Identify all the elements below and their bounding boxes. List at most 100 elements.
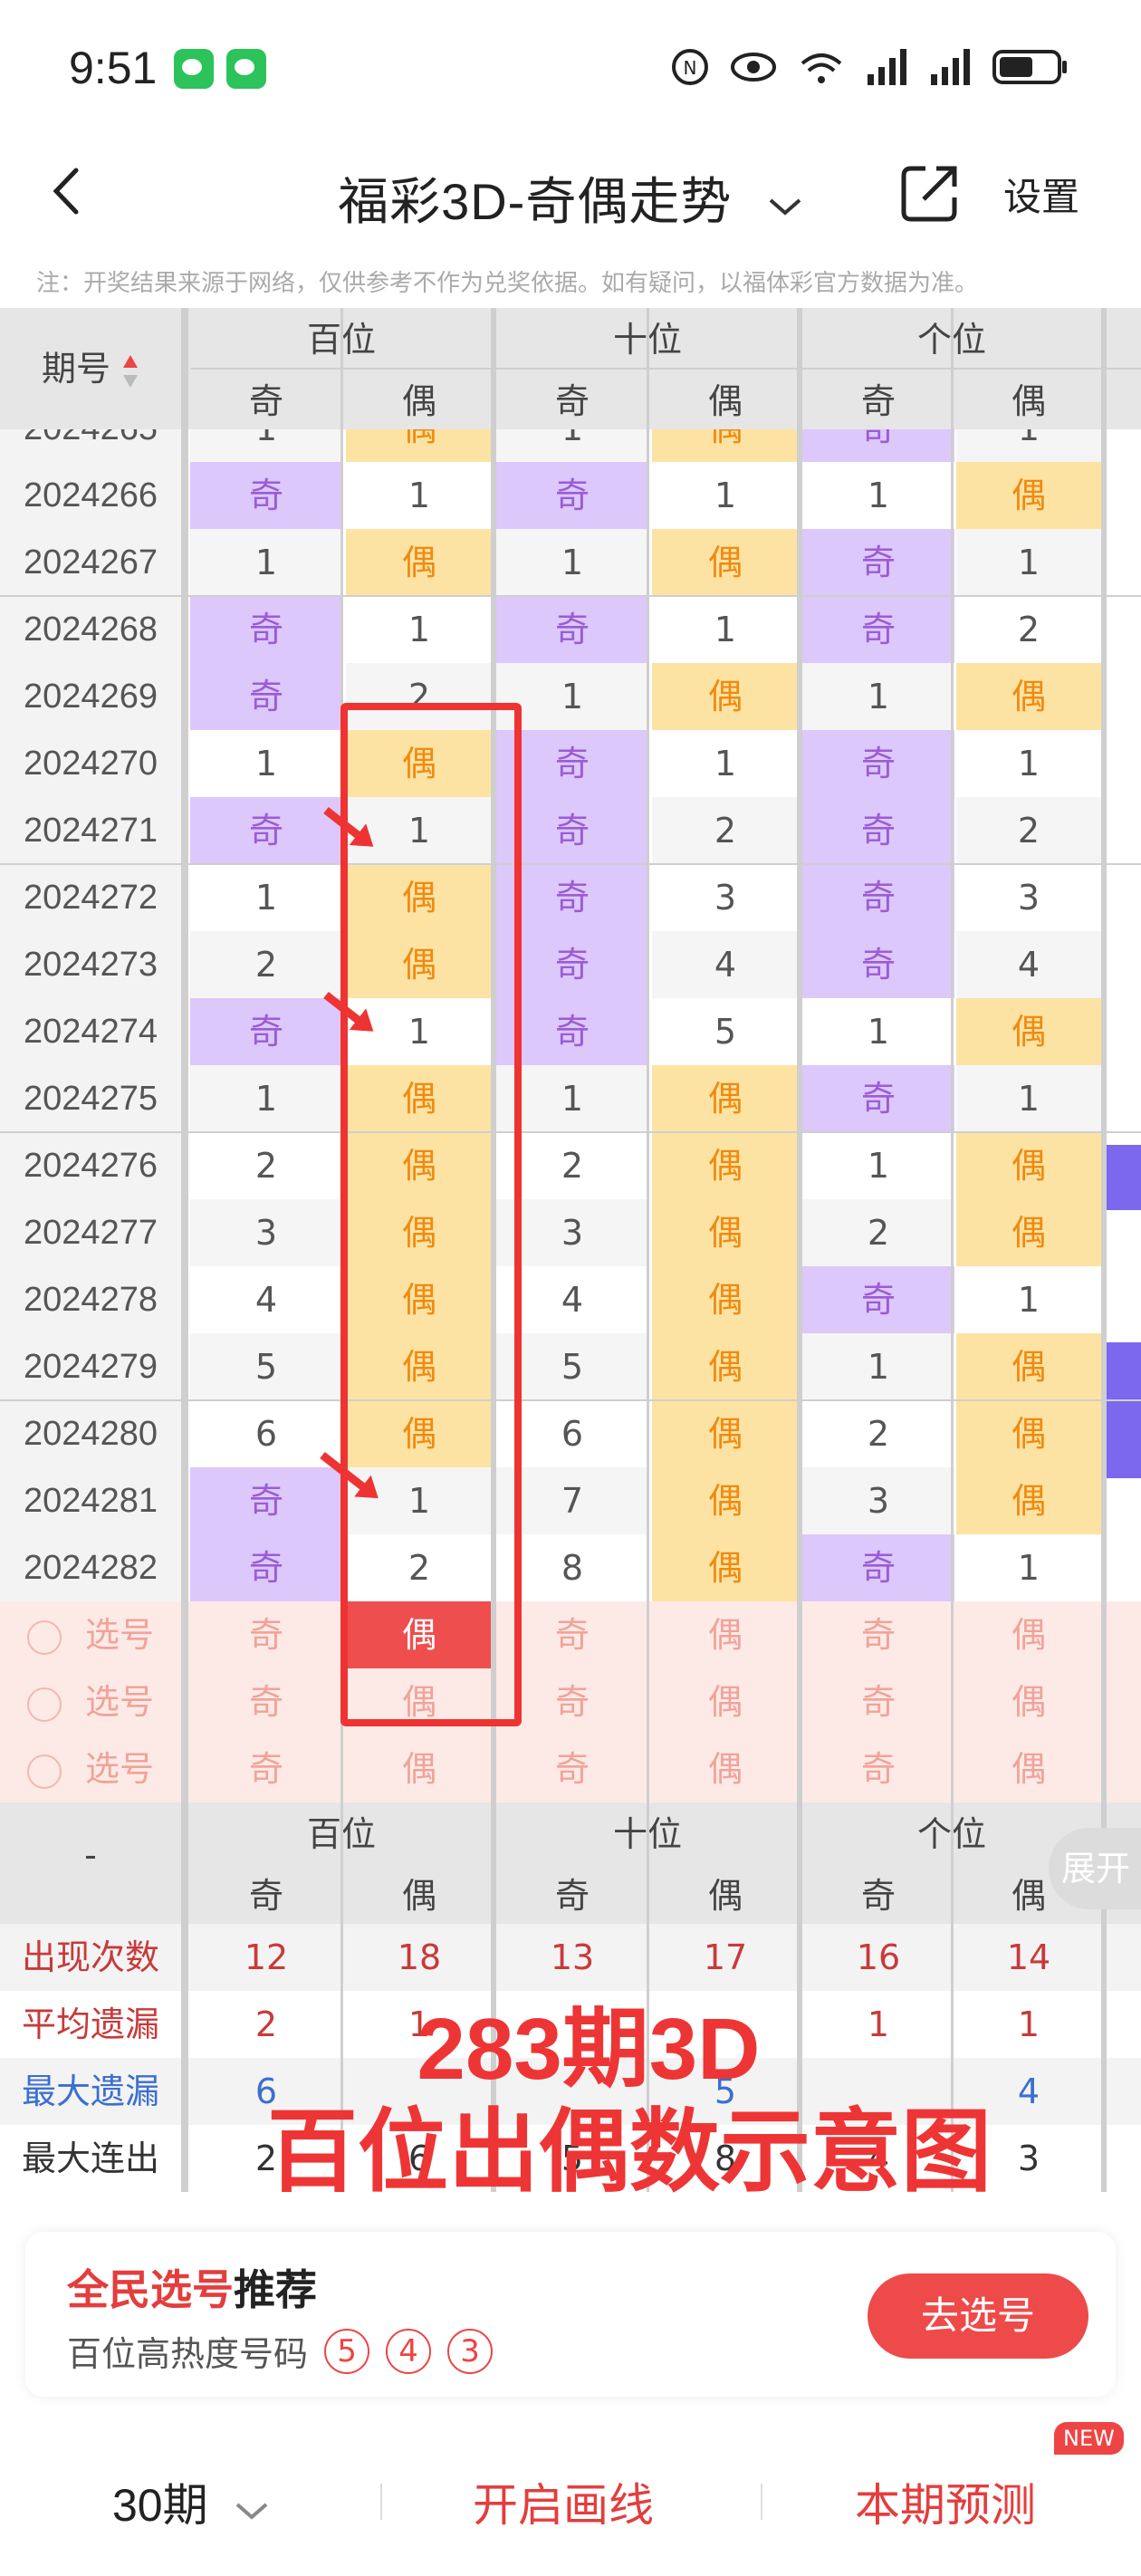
value-cell: 奇 [802, 1534, 954, 1601]
value-cell: 偶 [652, 429, 799, 462]
recommend-title: 全民选号推荐 [67, 2257, 317, 2317]
expand-button[interactable]: 展开 [1049, 1828, 1141, 1909]
select-cell[interactable]: 奇 [802, 1668, 954, 1735]
value-cell: 偶 [652, 663, 799, 730]
select-row-label[interactable]: 选号 [0, 1601, 181, 1668]
sub-header: 奇 [248, 1876, 283, 1916]
table-row: 2024269 奇 2 1 偶 1 偶 [0, 663, 1141, 730]
value-cell: 奇 [802, 529, 954, 596]
draw-line-button[interactable]: 开启画线 [473, 2469, 654, 2534]
select-cell[interactable]: 奇 [190, 1601, 342, 1668]
table-row: 2024277 3 偶 3 偶 2 偶 [0, 1199, 1141, 1266]
select-row-label[interactable]: 选号 [0, 1668, 181, 1735]
select-cell[interactable]: 奇 [802, 1601, 954, 1668]
table-row: 2024275 1 偶 1 偶奇 1 [0, 1065, 1141, 1132]
period-selector[interactable]: 30期 [112, 2469, 270, 2534]
recommend-subtitle: 百位高热度号码 [67, 2334, 309, 2374]
issue-number: 2024269 [0, 663, 181, 730]
value-cell: 1 [346, 462, 493, 529]
select-cell[interactable]: 偶 [956, 1735, 1101, 1802]
select-row-label[interactable]: 选号 [0, 1735, 181, 1802]
select-cell[interactable]: 偶 [346, 1735, 493, 1802]
status-time: 9:51 [69, 43, 158, 93]
issue-number: 2024280 [0, 1400, 181, 1467]
stats-label: 出现次数 [21, 1937, 159, 1977]
select-cell[interactable]: 奇 [190, 1668, 342, 1735]
value-cell: 偶 [956, 1333, 1101, 1400]
select-cell[interactable]: 偶 [956, 1668, 1101, 1735]
value-cell: 1 [802, 1333, 954, 1400]
trend-line-segment [1107, 1145, 1141, 1210]
issue-number: 2024265 [0, 429, 181, 462]
value-cell: 1 [190, 730, 342, 797]
row-divider [0, 863, 1141, 865]
page-title[interactable]: 福彩3D-奇偶走势 [0, 161, 1141, 235]
select-cell[interactable]: 偶 [652, 1601, 799, 1668]
overlay-subtitle: 百位出偶数示意图 [267, 2101, 992, 2203]
value-cell: 奇 [190, 1534, 342, 1601]
select-cell[interactable]: 偶 [652, 1668, 799, 1735]
value-cell: 偶 [956, 1132, 1101, 1199]
select-cell[interactable]: 奇 [802, 1735, 954, 1802]
value-cell: 3 [652, 864, 799, 931]
settings-button[interactable]: 设置 [1003, 167, 1079, 222]
value-cell: 2 [190, 1132, 342, 1199]
value-cell: 1 [652, 462, 799, 529]
value-cell: 2 [802, 1400, 954, 1467]
status-icons: N [670, 47, 1069, 87]
radio-icon[interactable] [26, 1620, 62, 1655]
stats-label: 平均遗漏 [21, 2004, 159, 2044]
table-row: 2024268 奇 1 奇 1 奇 2 [0, 596, 1141, 663]
select-cell[interactable]: 偶 [956, 1601, 1101, 1668]
value-cell: 偶 [346, 429, 493, 462]
value-cell: 1 [802, 462, 954, 529]
value-cell: 3 [956, 864, 1101, 931]
new-badge: NEW [1054, 2422, 1124, 2455]
table-row: 2024271 奇 1 奇 2 奇 2 [0, 797, 1141, 864]
issue-number: 2024271 [0, 797, 181, 864]
issue-header[interactable]: 期号 [0, 341, 181, 390]
disclaimer-note: 注：开奖结果来源于网络，仅供参考不作为兑奖依据。如有疑问，以福体彩官方数据为准。 [36, 270, 979, 297]
value-cell: 1 [496, 529, 648, 596]
divider [761, 2484, 762, 2520]
value-cell: 偶 [652, 529, 799, 596]
hot-number: 5 [324, 2328, 370, 2374]
value-cell: 偶 [652, 1400, 799, 1467]
value-cell: 偶 [652, 1065, 799, 1132]
table-row: 2024278 4 偶 4 偶奇 1 [0, 1266, 1141, 1333]
value-cell: 奇 [802, 1065, 954, 1132]
share-icon[interactable] [898, 161, 962, 225]
stats-value: 1 [1017, 2004, 1040, 2044]
value-cell: 奇 [190, 1467, 342, 1534]
value-cell: 奇 [190, 596, 342, 663]
value-cell: 1 [652, 730, 799, 797]
page-title-text: 福彩3D-奇偶走势 [338, 173, 733, 230]
nfc-icon: N [672, 49, 708, 85]
table-row: 2024281 奇 1 7 偶 3 偶 [0, 1467, 1141, 1534]
select-cell[interactable]: 偶 [652, 1735, 799, 1802]
value-cell: 1 [346, 596, 493, 663]
table-row: 2024266 奇 1 奇 1 1 偶 [0, 462, 1141, 529]
value-cell: 偶 [652, 1132, 799, 1199]
radio-icon[interactable] [26, 1687, 62, 1722]
stats-label: 最大连出 [21, 2139, 159, 2178]
value-cell: 偶 [956, 1400, 1101, 1467]
wechat-icon [174, 49, 214, 89]
value-cell: 偶 [652, 1266, 799, 1333]
predict-button[interactable]: 本期预测 [855, 2469, 1036, 2534]
issue-number: 2024275 [0, 1065, 181, 1132]
row-divider [0, 1399, 1141, 1401]
column-divider [181, 308, 188, 2192]
select-label: 选号 [84, 1749, 154, 1789]
issue-number: 2024266 [0, 462, 181, 529]
select-cell[interactable]: 奇 [496, 1735, 648, 1802]
issue-number: 2024278 [0, 1266, 181, 1333]
select-cell[interactable]: 奇 [190, 1735, 342, 1802]
value-cell: 1 [190, 429, 342, 462]
sub-header: 偶 [707, 1876, 743, 1916]
go-select-button[interactable]: 去选号 [868, 2273, 1088, 2359]
battery-icon [992, 50, 1067, 84]
radio-icon[interactable] [26, 1754, 62, 1789]
issue-number: 2024276 [0, 1132, 181, 1199]
sub-header: 偶 [401, 1876, 436, 1916]
